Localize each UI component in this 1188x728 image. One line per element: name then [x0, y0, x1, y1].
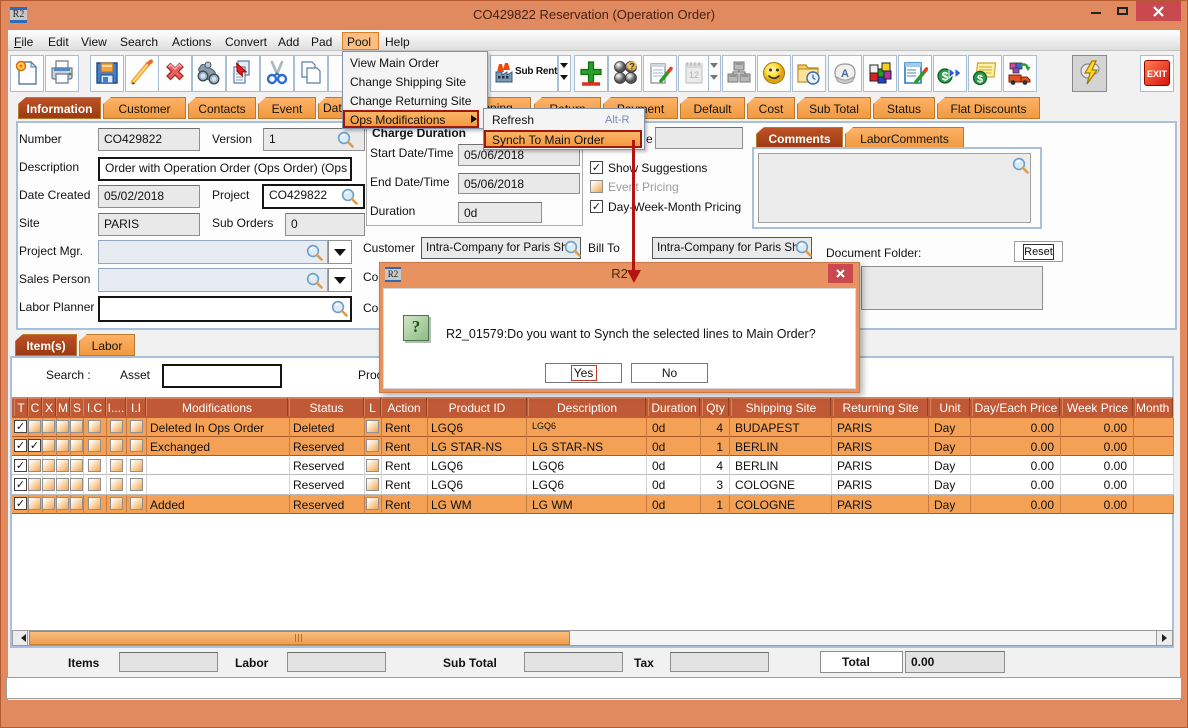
- svg-text:$: $: [977, 74, 983, 86]
- svg-text:A: A: [841, 68, 849, 80]
- svg-text:?: ?: [629, 62, 635, 72]
- svg-text:$: $: [942, 70, 949, 84]
- svg-text:12: 12: [689, 70, 699, 80]
